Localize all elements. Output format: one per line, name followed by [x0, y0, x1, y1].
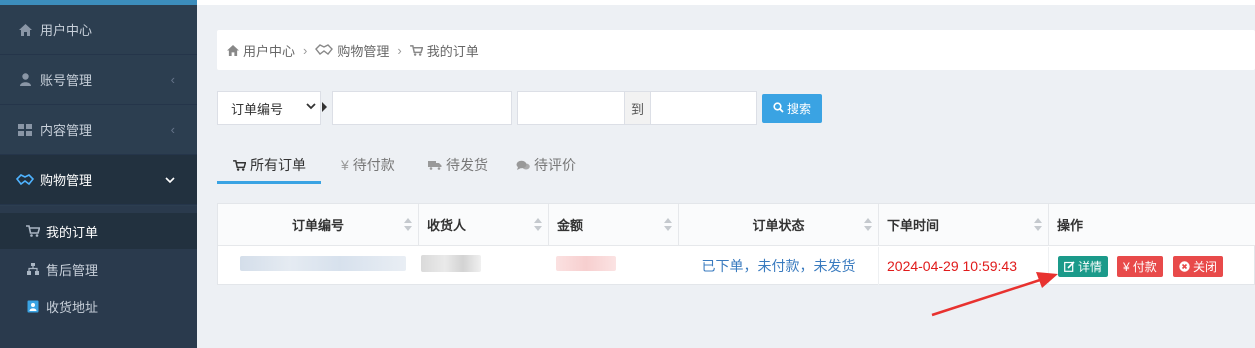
- redacted-order-number: [240, 256, 406, 271]
- orders-table: 订单编号 收货人 金额 订单状态 下单时间 操作 已下单，未付款，未发货 202…: [217, 203, 1255, 285]
- cart-icon: [409, 44, 423, 56]
- sidebar-subitem-after-sales[interactable]: 售后管理: [0, 251, 197, 287]
- column-header-receiver[interactable]: 收货人: [419, 204, 549, 246]
- sidebar-item-content[interactable]: 内容管理 ‹: [0, 105, 197, 155]
- tab-label: 待付款: [352, 157, 395, 173]
- close-circle-icon: [1179, 261, 1190, 272]
- redacted-amount: [556, 256, 616, 271]
- column-header-actions: 操作: [1049, 204, 1255, 246]
- chevron-down-icon: [165, 172, 175, 187]
- column-header-order-status[interactable]: 订单状态: [679, 204, 879, 246]
- sidebar-subitem-label: 售后管理: [46, 262, 99, 278]
- comments-icon: [516, 160, 530, 171]
- sort-icon[interactable]: [1034, 218, 1042, 232]
- tab-pending-payment[interactable]: ¥ 待付款: [341, 146, 395, 184]
- breadcrumb-item-current: 我的订单: [426, 43, 479, 59]
- yen-icon: ¥: [341, 157, 349, 173]
- sidebar-item-label: 用户中心: [40, 23, 93, 38]
- user-icon: [16, 73, 34, 87]
- sidebar: 用户中心 账号管理 ‹ 内容管理 ‹ 购物管理 我的订单 售后管理 收货地址: [0, 0, 197, 348]
- breadcrumb-separator: ›: [303, 42, 308, 58]
- chevron-down-icon: [306, 101, 316, 113]
- search-button[interactable]: 搜索: [762, 94, 822, 123]
- breadcrumb-item[interactable]: 用户中心: [243, 41, 295, 60]
- sort-icon[interactable]: [664, 218, 672, 232]
- tab-pending-review[interactable]: 待评价: [516, 146, 576, 184]
- pay-button[interactable]: ¥ 付款: [1117, 256, 1163, 277]
- sidebar-subitem-label: 收货地址: [46, 299, 99, 315]
- sidebar-subitem-label: 我的订单: [46, 224, 99, 240]
- top-bar: [197, 0, 1255, 5]
- sort-icon[interactable]: [404, 218, 412, 232]
- sidebar-item-user-center[interactable]: 用户中心: [0, 5, 197, 55]
- truck-icon: [428, 160, 442, 170]
- tab-all-orders[interactable]: 所有订单: [233, 146, 306, 184]
- date-range-separator: 到: [625, 91, 650, 125]
- handshake-icon: [16, 173, 34, 187]
- breadcrumb: 用户中心 › 购物管理 › 我的订单: [217, 30, 1255, 70]
- sidebar-subitem-my-orders[interactable]: 我的订单: [0, 213, 197, 249]
- keyword-input[interactable]: [332, 91, 512, 125]
- sidebar-submenu: 我的订单 售后管理 收货地址: [0, 206, 197, 348]
- breadcrumb-item[interactable]: 购物管理: [337, 41, 389, 60]
- chevron-left-icon: ‹: [170, 72, 175, 87]
- column-header-order-number[interactable]: 订单编号: [218, 204, 419, 246]
- sort-icon[interactable]: [864, 218, 872, 232]
- sidebar-item-label: 内容管理: [40, 123, 93, 138]
- edit-icon: [1064, 261, 1075, 272]
- tab-label: 待发货: [446, 157, 488, 173]
- close-order-button-label: 关闭: [1193, 260, 1218, 274]
- search-icon: [773, 101, 784, 116]
- sitemap-icon: [26, 263, 40, 275]
- close-order-button[interactable]: 关闭: [1173, 256, 1224, 277]
- handshake-icon: [315, 44, 334, 56]
- search-button-label: 搜索: [786, 102, 811, 116]
- chevron-left-icon: ‹: [170, 122, 175, 137]
- order-status-cell: 已下单，未付款，未发货: [679, 247, 879, 285]
- search-field-select[interactable]: 订单编号: [217, 91, 321, 125]
- redacted-receiver: [421, 255, 481, 272]
- column-header-order-time[interactable]: 下单时间: [879, 204, 1049, 246]
- date-to-input[interactable]: [650, 91, 757, 125]
- tab-pending-shipment[interactable]: 待发货: [428, 146, 488, 184]
- column-header-amount[interactable]: 金额: [549, 204, 679, 246]
- pay-button-label: 付款: [1132, 260, 1157, 274]
- sidebar-item-account[interactable]: 账号管理 ‹: [0, 55, 197, 105]
- date-from-input[interactable]: [517, 91, 625, 125]
- search-field-select-value: 订单编号: [231, 101, 284, 117]
- grid-icon: [16, 123, 34, 137]
- tab-label: 待评价: [534, 157, 576, 173]
- sidebar-item-label: 购物管理: [40, 173, 93, 188]
- sidebar-item-label: 账号管理: [40, 73, 93, 88]
- sort-icon[interactable]: [534, 218, 542, 232]
- cart-icon: [26, 225, 40, 237]
- breadcrumb-separator: ›: [397, 42, 402, 58]
- home-icon: [227, 44, 239, 56]
- detail-button-label: 详情: [1078, 260, 1103, 274]
- yen-icon: ¥: [1123, 259, 1130, 274]
- sidebar-subitem-address[interactable]: 收货地址: [0, 288, 197, 324]
- caret-right-icon: [322, 102, 327, 112]
- active-tab-indicator: [217, 181, 321, 184]
- tab-label: 所有订单: [250, 157, 306, 173]
- detail-button[interactable]: 详情: [1056, 255, 1110, 278]
- home-icon: [16, 23, 34, 37]
- address-book-icon: [26, 300, 40, 313]
- sidebar-item-shopping[interactable]: 购物管理: [0, 155, 197, 205]
- order-time-cell: 2024-04-29 10:59:43: [879, 247, 1049, 285]
- cart-icon: [233, 159, 246, 171]
